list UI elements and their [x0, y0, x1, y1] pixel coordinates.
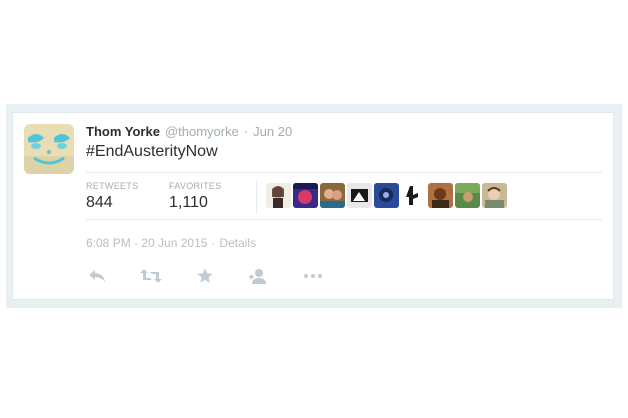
- retweets-count: 844: [86, 194, 113, 211]
- author-avatar[interactable]: [24, 124, 74, 174]
- favorites-count: 1,110: [169, 194, 208, 211]
- favorite-icon: [197, 268, 213, 283]
- favoriter-avatar-2[interactable]: [293, 183, 318, 208]
- retweets-label: RETWEETS: [86, 181, 139, 191]
- favoriter-avatar-1[interactable]: [266, 183, 291, 208]
- favorites-stat[interactable]: FAVORITES 1,110: [169, 181, 222, 212]
- stats-divider-bottom: [86, 219, 602, 220]
- favoriter-avatar-6[interactable]: [401, 183, 426, 208]
- retweet-button[interactable]: [138, 266, 164, 286]
- meta-separator: ·: [211, 236, 216, 250]
- hashtag-link[interactable]: #EndAusterityNow: [86, 143, 218, 160]
- favoriters-list: [266, 183, 507, 208]
- reply-button[interactable]: [84, 266, 110, 286]
- more-button[interactable]: [300, 266, 326, 286]
- tweet-text: #EndAusterityNow: [86, 143, 218, 161]
- author-username[interactable]: @thomyorke: [165, 124, 239, 139]
- favoriter-avatar-9[interactable]: [482, 183, 507, 208]
- tweet-actions: [84, 266, 354, 286]
- author-avatar-image: [24, 124, 74, 174]
- retweet-icon: [140, 269, 162, 283]
- details-link[interactable]: Details: [219, 236, 256, 250]
- favoriter-avatar-7[interactable]: [428, 183, 453, 208]
- favorite-button[interactable]: [192, 266, 218, 286]
- page: Thom Yorke @thomyorke · Jun 20 #EndAuste…: [0, 0, 628, 418]
- retweets-stat[interactable]: RETWEETS 844: [86, 181, 138, 212]
- author-fullname[interactable]: Thom Yorke: [86, 124, 160, 139]
- header-separator: ·: [243, 123, 249, 139]
- favorites-label: FAVORITES: [169, 181, 222, 191]
- favoriter-avatar-5[interactable]: [374, 183, 399, 208]
- favoriter-avatar-4[interactable]: [347, 183, 372, 208]
- tweet-time-ago[interactable]: Jun 20: [253, 124, 292, 139]
- tweet-meta: 6:08 PM - 20 Jun 2015 · Details: [86, 236, 256, 250]
- tweet-full-timestamp[interactable]: 6:08 PM - 20 Jun 2015: [86, 236, 207, 250]
- follow-icon: [249, 269, 266, 284]
- follow-button[interactable]: [246, 266, 272, 286]
- tweet-header: Thom Yorke @thomyorke · Jun 20: [86, 123, 292, 139]
- favoriter-avatar-3[interactable]: [320, 183, 345, 208]
- stats-divider-top: [86, 172, 602, 173]
- favoriter-avatar-8[interactable]: [455, 183, 480, 208]
- more-icon: [304, 274, 322, 278]
- reply-icon: [89, 270, 105, 282]
- stats-separator: [256, 180, 257, 214]
